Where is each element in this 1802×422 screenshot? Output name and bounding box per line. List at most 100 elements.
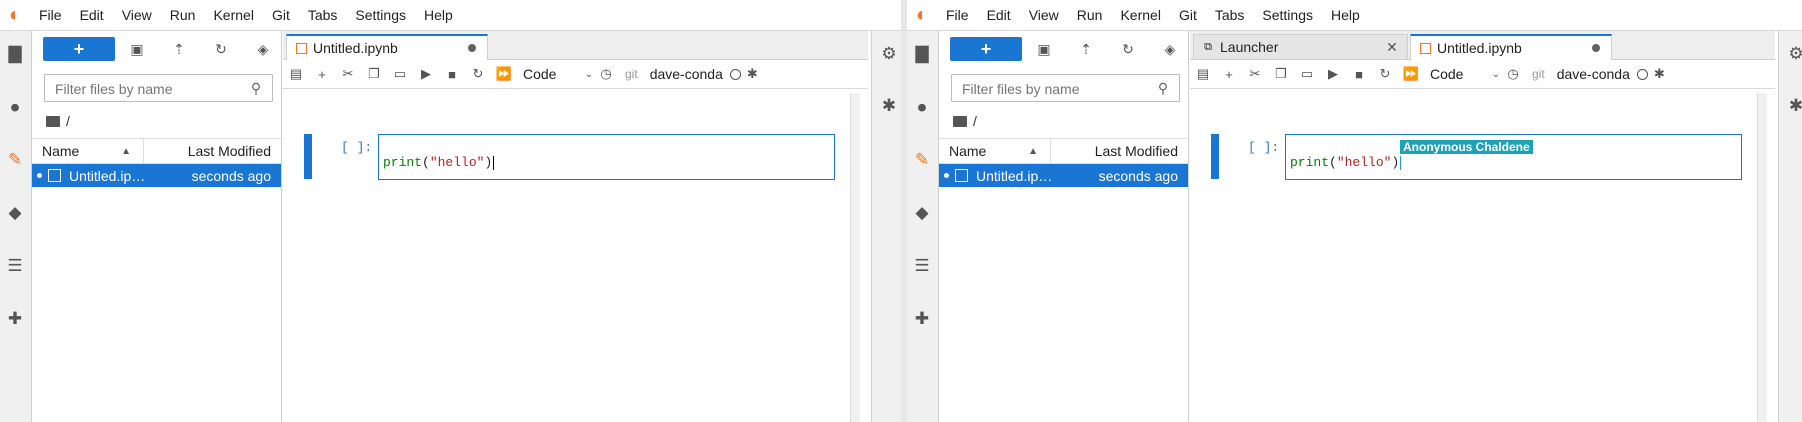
menu-edit[interactable]: Edit [978, 7, 1020, 23]
toc-list-icon[interactable]: ☰ [4, 255, 26, 277]
unsaved-dot-icon[interactable] [467, 43, 477, 53]
new-folder-icon[interactable]: ▣ [128, 40, 146, 58]
git-clone-icon[interactable]: ◈ [1161, 40, 1179, 58]
running-stop-icon[interactable]: ⏺ [4, 97, 26, 119]
running-stop-icon[interactable]: ⏺ [911, 97, 933, 119]
menu-edit[interactable]: Edit [71, 7, 113, 23]
fast-forward-icon[interactable]: ⏩ [1398, 63, 1424, 85]
cell-type-select[interactable]: Code ⌄ [1430, 66, 1500, 82]
code-cell-editor[interactable]: Anonymous Chaldene print("hello") [1285, 134, 1742, 180]
menu-file[interactable]: File [937, 7, 978, 23]
menu-tabs[interactable]: Tabs [1206, 7, 1254, 23]
new-launcher-button[interactable]: + [950, 37, 1022, 61]
git-clone-icon[interactable]: ◈ [254, 40, 272, 58]
upload-icon[interactable]: ⇡ [1077, 40, 1095, 58]
debugger-bug-icon[interactable]: ✱ [747, 66, 758, 82]
menu-kernel[interactable]: Kernel [1111, 7, 1169, 23]
new-launcher-button[interactable]: + [43, 37, 115, 61]
folder-icon[interactable]: ▇ [911, 43, 933, 65]
copy-icon[interactable]: ❐ [361, 63, 387, 85]
git-diff-label[interactable]: git [625, 67, 638, 81]
breadcrumb-root[interactable]: / [973, 113, 977, 129]
tab-untitled-notebook[interactable]: Untitled.ipynb [1410, 34, 1612, 60]
column-name-header[interactable]: Name ▲ [32, 139, 144, 163]
kernel-name[interactable]: dave-conda [650, 66, 723, 82]
restart-icon[interactable]: ↻ [465, 63, 491, 85]
save-icon[interactable]: ▤ [1190, 63, 1216, 85]
insert-cell-icon[interactable]: + [1216, 63, 1242, 85]
stop-icon[interactable]: ■ [439, 63, 465, 85]
toc-list-icon[interactable]: ☰ [911, 255, 933, 277]
code-cell-editor[interactable]: print("hello") [378, 134, 835, 180]
property-inspector-gear-icon[interactable]: ⚙ [1785, 43, 1802, 65]
folder-icon[interactable] [953, 115, 967, 127]
menu-help[interactable]: Help [415, 7, 462, 23]
folder-icon[interactable]: ▇ [4, 43, 26, 65]
vertical-scrollbar[interactable] [1757, 93, 1767, 422]
close-icon[interactable]: ✕ [1386, 39, 1398, 55]
menu-tabs[interactable]: Tabs [299, 7, 347, 23]
kernel-name[interactable]: dave-conda [1557, 66, 1630, 82]
cell-type-select[interactable]: Code ⌄ [523, 66, 593, 82]
menu-settings[interactable]: Settings [346, 7, 415, 23]
refresh-icon[interactable]: ↻ [212, 40, 230, 58]
debugger-bug-icon[interactable]: ✱ [1785, 95, 1802, 117]
extension-puzzle-icon[interactable]: ✚ [4, 308, 26, 330]
menu-run[interactable]: Run [161, 7, 205, 23]
column-modified-header[interactable]: Last Modified [144, 139, 281, 163]
jupyter-collab-icon[interactable]: ✎ [4, 149, 26, 171]
history-clock-icon[interactable]: ◷ [1500, 63, 1526, 85]
debugger-bug-icon[interactable]: ✱ [1654, 66, 1665, 82]
insert-cell-icon[interactable]: + [309, 63, 335, 85]
git-diff-label[interactable]: git [1532, 67, 1545, 81]
git-icon[interactable]: ◆ [911, 202, 933, 224]
file-browser-toolbar: + ▣ ⇡ ↻ ◈ [32, 31, 281, 69]
menu-help[interactable]: Help [1322, 7, 1369, 23]
new-folder-icon[interactable]: ▣ [1035, 40, 1053, 58]
filter-files-input[interactable] [53, 80, 237, 98]
cell-collapser[interactable] [304, 134, 312, 179]
file-row-selected[interactable]: Untitled.ip… seconds ago [939, 164, 1188, 187]
filter-files-input[interactable] [960, 80, 1144, 98]
tab-bar: Untitled.ipynb [283, 31, 868, 60]
menu-git[interactable]: Git [1170, 7, 1206, 23]
paste-icon[interactable]: ▭ [1294, 63, 1320, 85]
property-inspector-gear-icon[interactable]: ⚙ [878, 43, 900, 65]
cell-collapser[interactable] [1211, 134, 1219, 179]
restart-icon[interactable]: ↻ [1372, 63, 1398, 85]
column-name-header[interactable]: Name ▲ [939, 139, 1051, 163]
run-icon[interactable]: ▶ [413, 63, 439, 85]
save-icon[interactable]: ▤ [283, 63, 309, 85]
menu-file[interactable]: File [30, 7, 71, 23]
run-icon[interactable]: ▶ [1320, 63, 1346, 85]
unsaved-dot-icon[interactable] [1591, 43, 1601, 53]
git-icon[interactable]: ◆ [4, 202, 26, 224]
history-clock-icon[interactable]: ◷ [593, 63, 619, 85]
extension-puzzle-icon[interactable]: ✚ [911, 308, 933, 330]
paste-icon[interactable]: ▭ [387, 63, 413, 85]
cut-icon[interactable]: ✂ [1242, 63, 1268, 85]
menu-settings[interactable]: Settings [1253, 7, 1322, 23]
menu-run[interactable]: Run [1068, 7, 1112, 23]
running-dot-icon [37, 173, 42, 178]
menu-view[interactable]: View [1020, 7, 1068, 23]
file-row-selected[interactable]: Untitled.ip… seconds ago [32, 164, 281, 187]
cut-icon[interactable]: ✂ [335, 63, 361, 85]
folder-icon[interactable] [46, 115, 60, 127]
tab-untitled-notebook[interactable]: Untitled.ipynb [286, 34, 488, 60]
vertical-scrollbar[interactable] [850, 93, 860, 422]
copy-icon[interactable]: ❐ [1268, 63, 1294, 85]
tab-launcher[interactable]: ⧉ Launcher ✕ [1193, 34, 1408, 59]
breadcrumb-root[interactable]: / [66, 113, 70, 129]
menu-git[interactable]: Git [263, 7, 299, 23]
refresh-icon[interactable]: ↻ [1119, 40, 1137, 58]
menu-view[interactable]: View [113, 7, 161, 23]
stop-icon[interactable]: ■ [1346, 63, 1372, 85]
column-modified-header[interactable]: Last Modified [1051, 139, 1188, 163]
fast-forward-icon[interactable]: ⏩ [491, 63, 517, 85]
menu-kernel[interactable]: Kernel [204, 7, 262, 23]
right-activity-bar: ⚙ ✱ [1778, 31, 1802, 422]
jupyter-collab-icon[interactable]: ✎ [911, 149, 933, 171]
debugger-bug-icon[interactable]: ✱ [878, 95, 900, 117]
upload-icon[interactable]: ⇡ [170, 40, 188, 58]
